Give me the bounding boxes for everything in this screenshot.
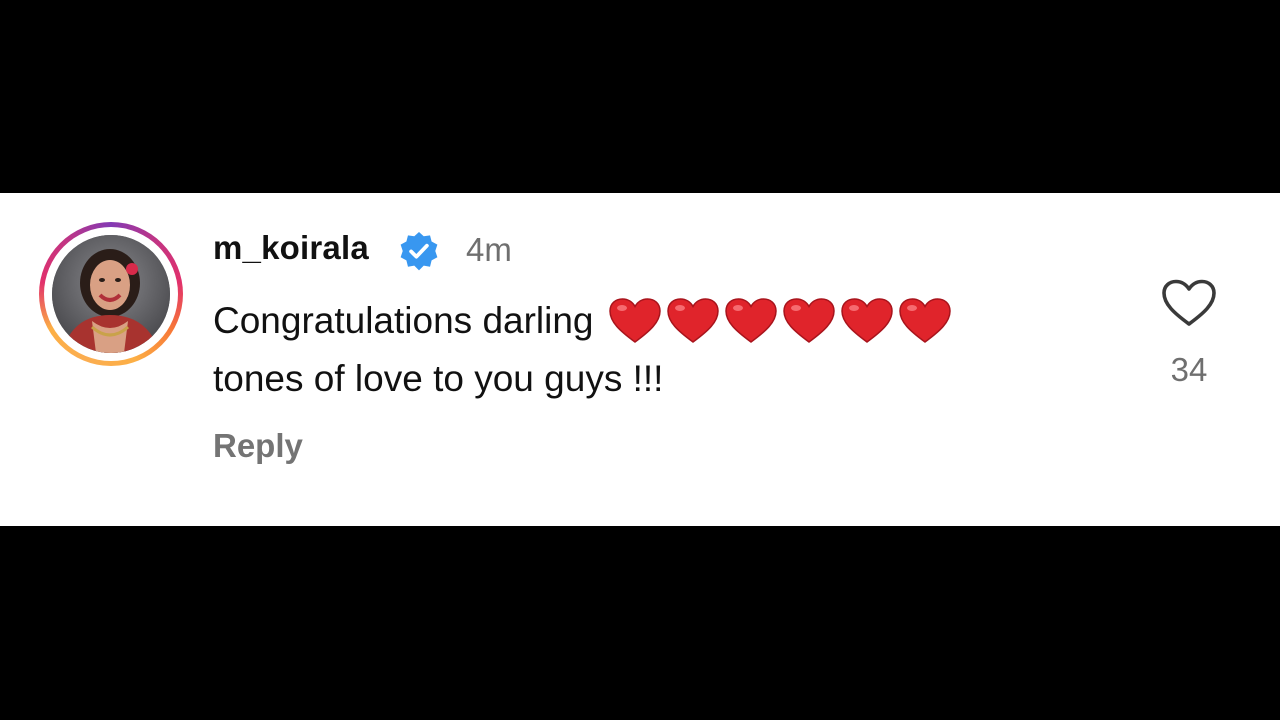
red-heart-emoji [608, 298, 661, 344]
username[interactable]: m_koirala [213, 229, 369, 267]
comment-timestamp: 4m [466, 231, 512, 268]
red-heart-emoji [898, 298, 951, 344]
comment-row: m_koirala 4m Congratulations darling ton… [0, 193, 1280, 526]
screenshot-frame: m_koirala 4m Congratulations darling ton… [0, 0, 1280, 720]
red-heart-emoji [782, 298, 835, 344]
red-heart-emoji [840, 298, 893, 344]
comment-text-line2: tones of love to you guys !!! [213, 358, 664, 400]
avatar[interactable] [52, 235, 170, 353]
comment-text-line1: Congratulations darling [213, 300, 594, 341]
red-heart-emoji [724, 298, 777, 344]
like-count: 34 [1170, 351, 1208, 388]
verified-badge-icon [400, 232, 438, 271]
comment-line-1: Congratulations darling [213, 293, 1113, 351]
heart-emojis [608, 291, 956, 347]
heart-outline-icon[interactable] [1160, 278, 1218, 328]
story-ring[interactable] [39, 222, 183, 366]
reply-button[interactable]: Reply [213, 427, 303, 465]
avatar-image [52, 235, 170, 353]
comment-text: Congratulations darling tones of love to… [213, 293, 1113, 407]
red-heart-emoji [666, 298, 719, 344]
